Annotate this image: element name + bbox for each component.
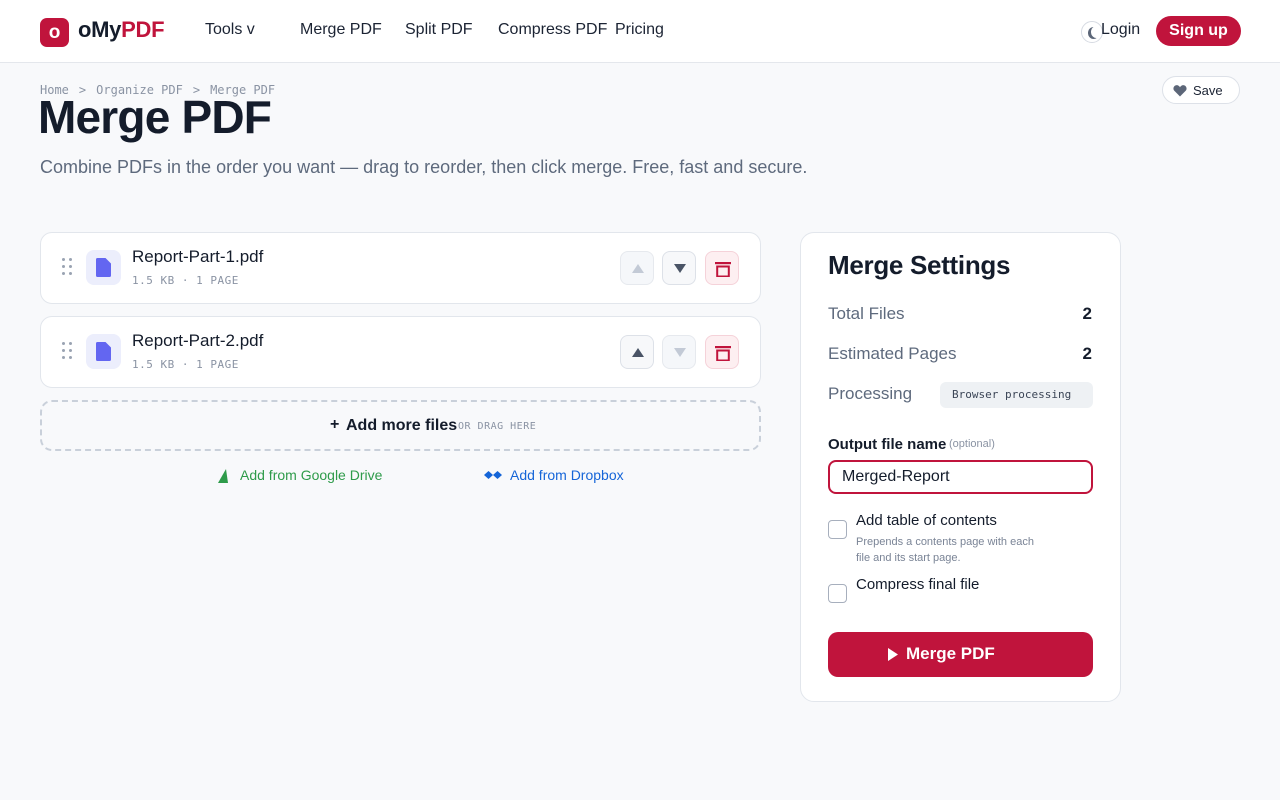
save-button-label: Save <box>1193 83 1223 98</box>
delete-file-button[interactable] <box>705 251 739 285</box>
heart-icon <box>1173 85 1187 97</box>
merge-pdf-button-label: Merge PDF <box>906 644 995 663</box>
delete-file-button[interactable] <box>705 335 739 369</box>
compress-final-file-checkbox[interactable] <box>828 584 847 603</box>
theme-toggle-button[interactable] <box>1081 21 1103 43</box>
nav-split-pdf[interactable]: Split PDF <box>405 21 473 39</box>
signup-button[interactable]: Sign up <box>1156 16 1241 46</box>
nav-merge-pdf[interactable]: Merge PDF <box>300 21 382 39</box>
file-icon <box>86 250 121 285</box>
file-name: Report-Part-1.pdf <box>132 247 264 266</box>
top-navigation-bar: o oMyPDF Tools v Merge PDF Split PDF Com… <box>0 0 1280 63</box>
add-more-files-label: Add more files <box>346 417 458 434</box>
table-of-contents-checkbox[interactable] <box>828 520 847 539</box>
add-more-files-dropzone[interactable]: + Add more files OR DRAG HERE <box>40 400 761 451</box>
trash-icon <box>715 262 731 277</box>
page-title: Merge PDF <box>38 91 272 143</box>
move-up-button[interactable] <box>620 251 654 285</box>
file-meta: 1.5 KB · 1 PAGE <box>132 358 239 371</box>
compress-final-file-label: Compress final file <box>856 576 980 593</box>
processing-label: Processing <box>828 384 913 403</box>
settings-title: Merge Settings <box>828 250 1011 280</box>
table-of-contents-label: Add table of contents <box>856 512 997 529</box>
dropbox-icon <box>484 471 502 479</box>
save-button[interactable]: Save <box>1162 76 1240 104</box>
nav-compress-pdf[interactable]: Compress PDF <box>498 21 607 39</box>
arrow-up-icon <box>632 264 644 273</box>
move-up-button[interactable] <box>620 335 654 369</box>
trash-icon <box>715 346 731 361</box>
nav-tools-dropdown[interactable]: Tools v <box>205 21 255 39</box>
merge-settings-panel: Merge Settings Total Files 2 Estimated P… <box>800 232 1121 702</box>
drag-here-hint: OR DRAG HERE <box>458 421 537 432</box>
logo-icon[interactable]: o <box>40 18 69 47</box>
output-file-name-input[interactable] <box>828 460 1093 494</box>
estimated-pages-value: 2 <box>1082 344 1092 363</box>
arrow-down-icon <box>674 348 686 357</box>
file-name: Report-Part-2.pdf <box>132 331 264 350</box>
brand-name-part2: PDF <box>121 17 165 42</box>
total-files-value: 2 <box>1082 304 1092 323</box>
google-drive-icon <box>218 469 228 483</box>
arrow-down-icon <box>674 264 686 273</box>
nav-pricing[interactable]: Pricing <box>615 21 664 39</box>
file-card[interactable]: Report-Part-1.pdf 1.5 KB · 1 PAGE <box>40 232 761 304</box>
table-of-contents-help: Prepends a contents page with each file … <box>856 536 1034 564</box>
play-icon <box>888 648 898 661</box>
google-drive-label: Add from Google Drive <box>240 467 383 483</box>
merge-pdf-button[interactable]: Merge PDF <box>828 632 1093 677</box>
estimated-pages-label: Estimated Pages <box>828 344 957 363</box>
brand-name-part1: oMy <box>78 17 122 42</box>
login-link[interactable]: Login <box>1101 21 1140 39</box>
optional-hint: (optional) <box>949 438 995 450</box>
file-icon <box>86 334 121 369</box>
file-card[interactable]: Report-Part-2.pdf 1.5 KB · 1 PAGE <box>40 316 761 388</box>
drag-handle-icon[interactable] <box>62 342 74 362</box>
arrow-up-icon <box>632 348 644 357</box>
move-down-button[interactable] <box>662 335 696 369</box>
drag-handle-icon[interactable] <box>62 258 74 278</box>
brand-logo[interactable]: oMyPDF <box>78 17 165 43</box>
output-file-name-label: Output file name <box>828 436 947 453</box>
processing-badge: Browser processing <box>940 382 1093 408</box>
file-meta: 1.5 KB · 1 PAGE <box>132 274 239 287</box>
dropbox-label: Add from Dropbox <box>510 467 624 483</box>
move-down-button[interactable] <box>662 251 696 285</box>
page-subtitle: Combine PDFs in the order you want — dra… <box>40 157 808 177</box>
plus-icon: + <box>330 416 340 433</box>
total-files-label: Total Files <box>828 304 905 323</box>
